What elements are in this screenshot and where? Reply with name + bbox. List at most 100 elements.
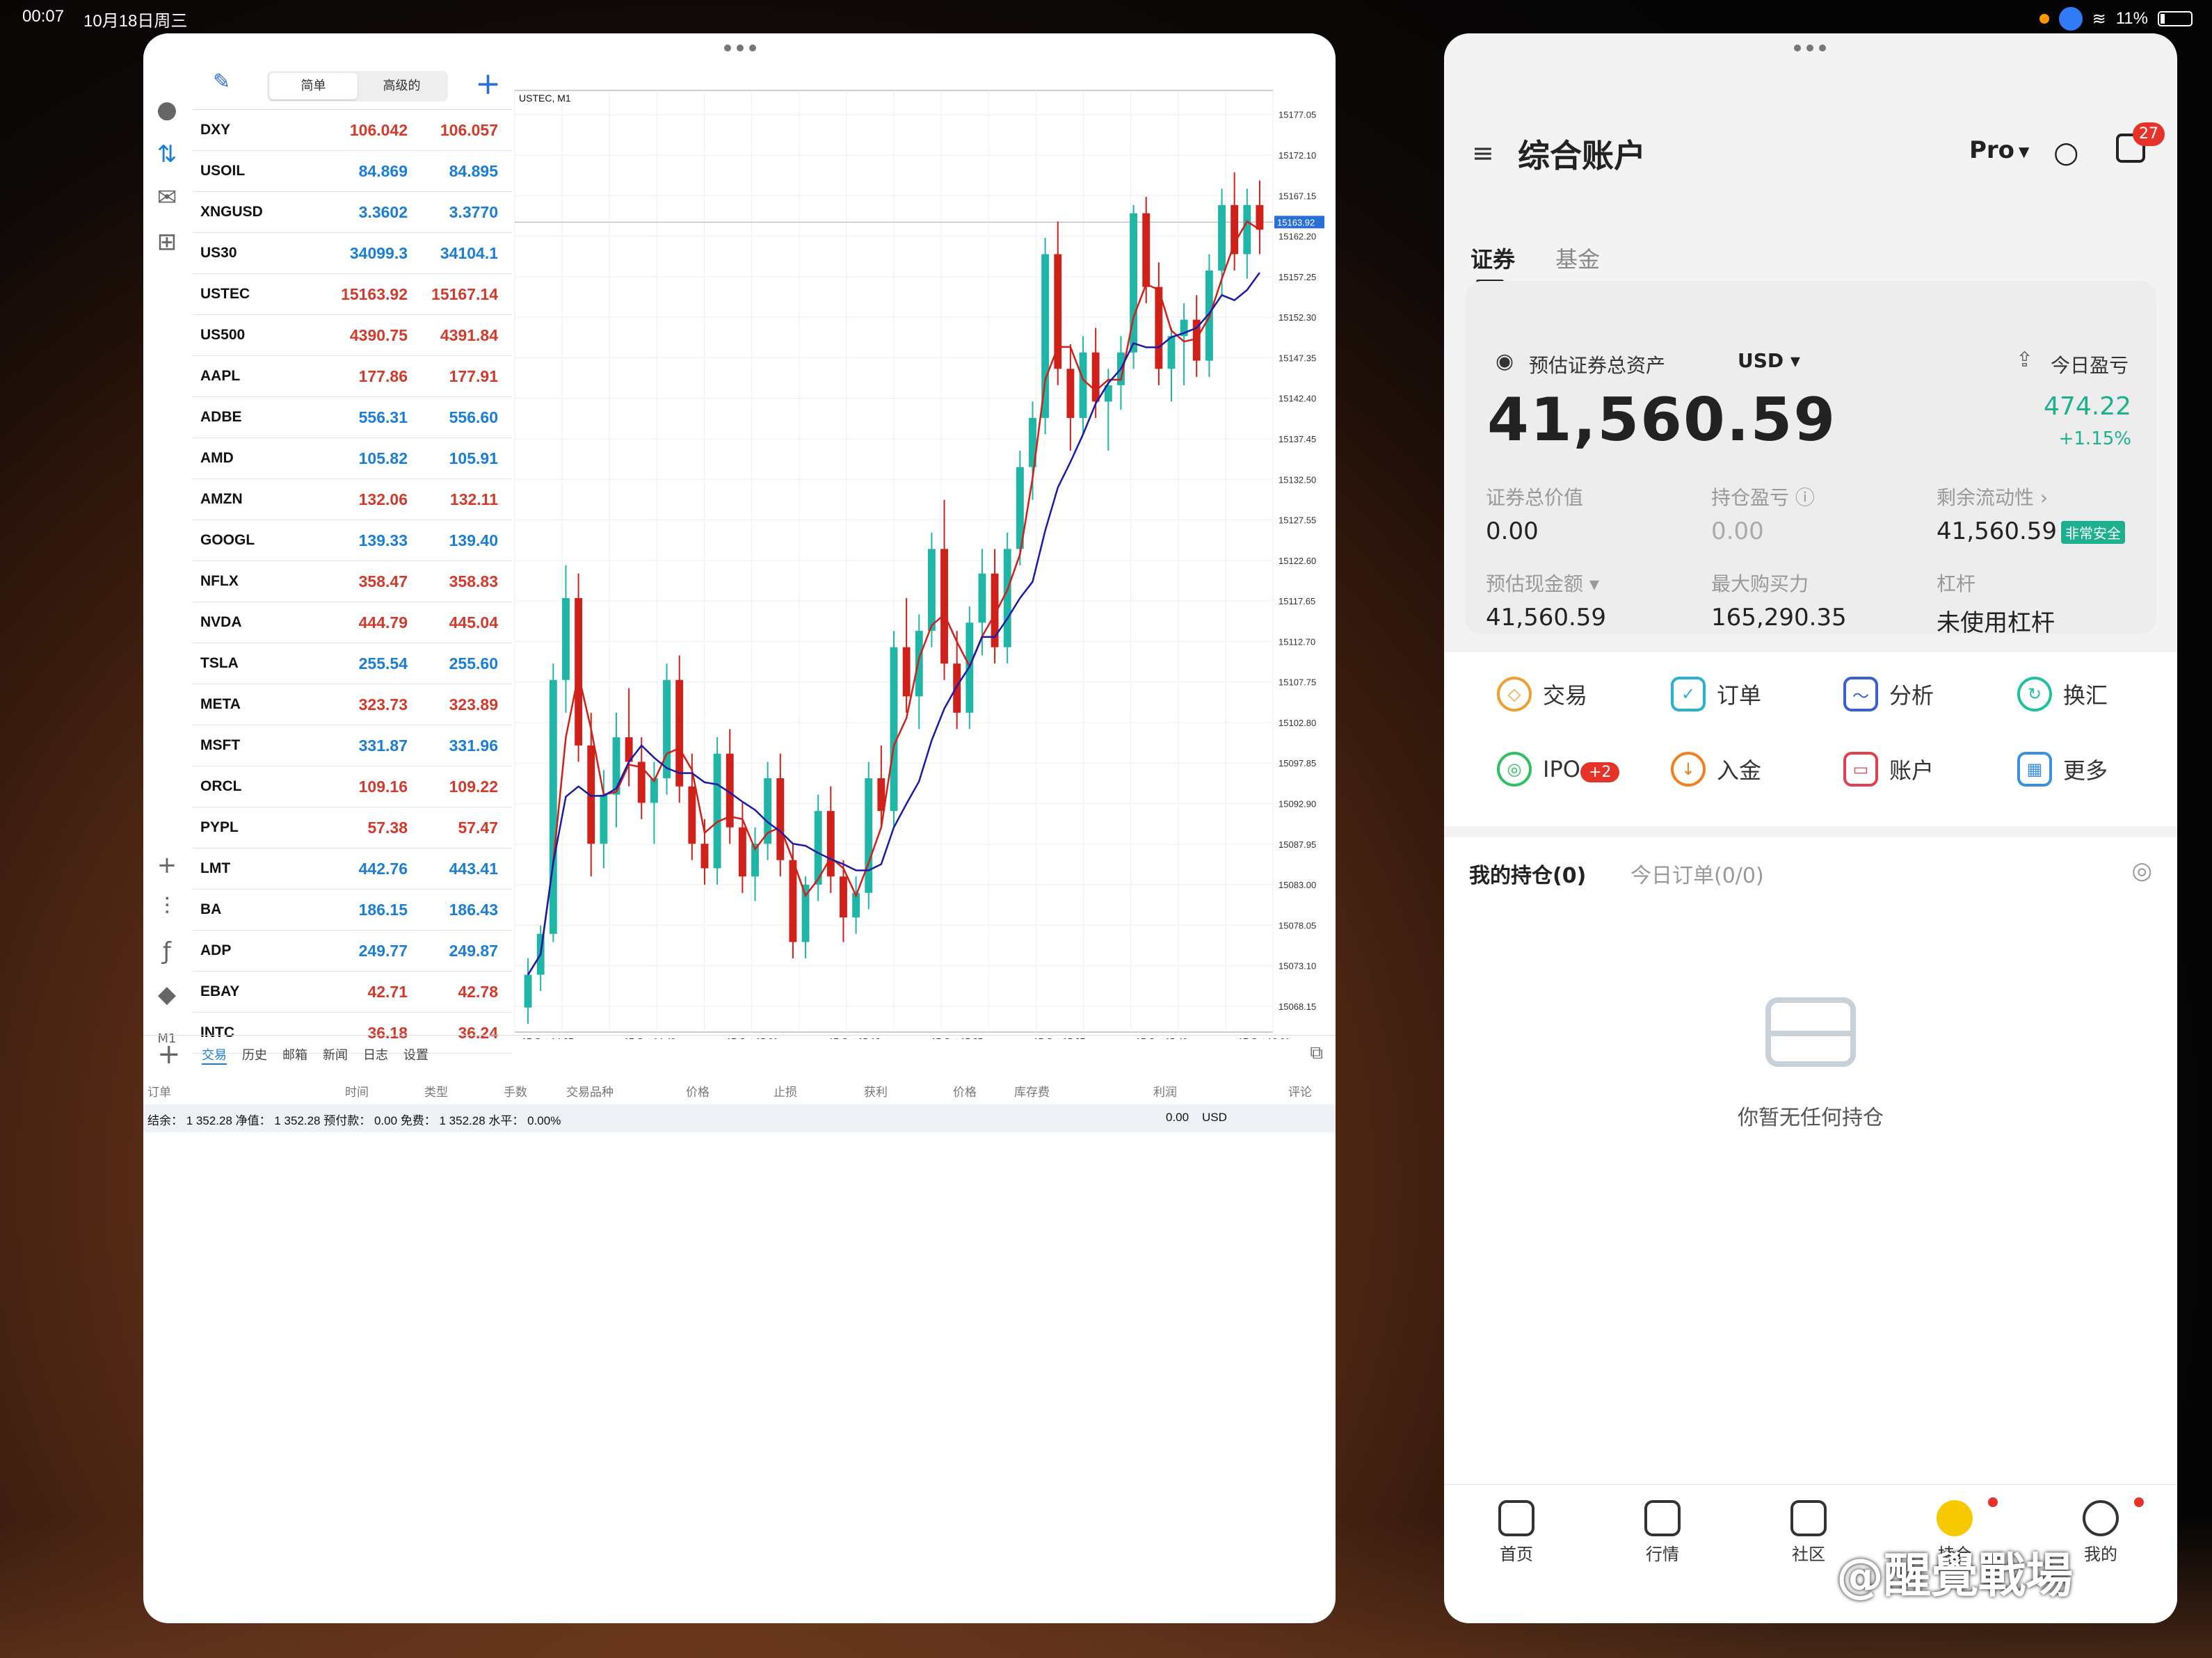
symbol: USOIL: [200, 163, 246, 179]
action-trade[interactable]: ◇ 交易: [1497, 666, 1664, 722]
chart-type-icon[interactable]: ⫶: [153, 893, 181, 921]
eye-icon[interactable]: ◉: [1496, 349, 1514, 373]
metric-label[interactable]: 预估现金额 ▾: [1486, 569, 1599, 597]
watchlist-row[interactable]: MSFT 331.87 331.96: [192, 725, 512, 766]
metric-label[interactable]: 剩余流动性 ›: [1937, 483, 2048, 510]
ask-price: 57.47: [458, 818, 498, 837]
price-tick-label: 15097.85: [1279, 758, 1316, 768]
tab-my-positions[interactable]: 我的持仓(0): [1469, 858, 1586, 889]
watchlist-row[interactable]: ADBE 556.31 556.60: [192, 397, 512, 438]
watchlist-row[interactable]: PYPL 57.38 57.47: [192, 807, 512, 848]
bid-price: 106.042: [349, 120, 408, 139]
market-watch-list: DXY 106.042 106.057 USOIL 84.869 84.895 XNGUSD…: [192, 110, 512, 1063]
trade-arrows-icon[interactable]: ⇅: [153, 140, 181, 168]
edit-icon[interactable]: ✎: [213, 70, 230, 94]
terminal-layout-icon[interactable]: ⧉: [1310, 1043, 1323, 1064]
watchlist-row[interactable]: BA 186.15 186.43: [192, 890, 512, 931]
metric-label: 证券总价值: [1486, 486, 1584, 509]
trade-icon: ◇: [1497, 677, 1532, 711]
add-symbol-button[interactable]: +: [475, 67, 501, 102]
action-orders[interactable]: ✓ 订单: [1671, 666, 1838, 722]
terminal-tab[interactable]: 新闻: [323, 1045, 348, 1065]
terminal-tab[interactable]: 历史: [242, 1045, 267, 1065]
watchlist-row[interactable]: EBAY 42.71 42.78: [192, 972, 512, 1013]
action-exchange[interactable]: ↻ 换汇: [2017, 666, 2177, 722]
asset-summary-card: ◉ 预估证券总资产 USD ▾ ⇪ 今日盈亏 41,560.59 474.22 …: [1465, 281, 2156, 637]
column-header: 库存费: [1014, 1086, 1050, 1100]
segment-simple[interactable]: 简单: [269, 73, 358, 99]
watchlist-row[interactable]: META 323.73 323.89: [192, 684, 512, 725]
action-more[interactable]: ▦ 更多: [2017, 741, 2177, 797]
new-order-icon[interactable]: ⊞: [153, 228, 181, 256]
action-analysis[interactable]: 〜分析: [1843, 666, 2010, 722]
crosshair-icon[interactable]: +: [153, 851, 181, 879]
watchlist-row[interactable]: AMD 105.82 105.91: [192, 438, 512, 479]
wallet-icon: ▭: [1843, 752, 1878, 787]
watchlist-row[interactable]: ADP 249.77 249.87: [192, 931, 512, 972]
watchlist-row[interactable]: ORCL 109.16 109.22: [192, 766, 512, 807]
search-icon[interactable]: ○: [2053, 135, 2079, 169]
chevron-down-icon: ▾: [1589, 572, 1599, 595]
watchlist-row[interactable]: XNGUSD 3.3602 3.3770: [192, 192, 512, 233]
watchlist-row[interactable]: US30 34099.3 34104.1: [192, 233, 512, 274]
watchlist-row[interactable]: AMZN 132.06 132.11: [192, 479, 512, 520]
today-pl-label: 今日盈亏: [2051, 354, 2129, 377]
terminal-tab[interactable]: 日志: [363, 1045, 388, 1065]
price-tick-label: 15162.20: [1279, 232, 1316, 242]
watchlist-row[interactable]: USOIL 84.869 84.895: [192, 151, 512, 192]
watchlist-row[interactable]: US500 4390.75 4391.84: [192, 315, 512, 356]
bid-price: 556.31: [358, 408, 408, 426]
symbol: BA: [200, 901, 222, 917]
action-account[interactable]: ▭ 账户: [1843, 741, 2010, 797]
segment-advanced[interactable]: 高级的: [358, 73, 446, 99]
action-label: 分析: [1889, 682, 1934, 709]
action-label: 更多: [2063, 757, 2108, 784]
watchlist-row[interactable]: LMT 442.76 443.41: [192, 848, 512, 890]
ipo-icon: ◎: [1497, 752, 1532, 787]
price-chart[interactable]: 15177.05 15172.10 15167.15 15162.20 15157.25…: [512, 58, 1336, 1067]
price-tick-label: 15087.95: [1279, 839, 1316, 850]
watchlist-row[interactable]: NVDA 444.79 445.04: [192, 602, 512, 643]
candle-body: [1256, 204, 1264, 230]
indicators-icon[interactable]: ƒ: [153, 937, 181, 965]
nav-label: 社区: [1792, 1545, 1825, 1564]
tab-securities[interactable]: 证券: [1470, 242, 1515, 274]
watchlist-row[interactable]: DXY 106.042 106.057: [192, 110, 512, 151]
currency-selector[interactable]: USD ▾: [1738, 349, 1800, 372]
settings-icon[interactable]: ◎: [2131, 857, 2152, 885]
nav-home[interactable]: 首页: [1475, 1500, 1558, 1565]
status-badge: 非常安全: [2061, 521, 2126, 544]
info-icon[interactable]: ⓘ: [1795, 486, 1815, 509]
window-grabber[interactable]: [719, 45, 761, 54]
terminal-tab[interactable]: 邮箱: [282, 1045, 307, 1065]
terminal-tab-bar: + 交易 历史 邮箱 新闻 日志 设置 ⧉: [143, 1035, 1336, 1077]
chart-canvas[interactable]: 15177.05 15172.10 15167.15 15162.20 15157.25…: [512, 58, 1336, 1039]
objects-icon[interactable]: ◆: [153, 981, 181, 1008]
watchlist-row[interactable]: TSLA 255.54 255.60: [192, 643, 512, 684]
bid-price: 42.71: [367, 982, 408, 1001]
menu-icon[interactable]: ≡: [1472, 138, 1494, 168]
chat-icon[interactable]: ✉: [153, 184, 181, 211]
terminal-tab[interactable]: 交易: [202, 1045, 227, 1065]
metric-value: 未使用杠杆: [1937, 609, 2055, 637]
share-icon[interactable]: ⇪: [2016, 348, 2033, 372]
status-date: 10月18日周三: [83, 12, 188, 31]
deposit-icon: ↓: [1671, 752, 1706, 787]
symbol: US30: [200, 245, 237, 261]
watchlist-row[interactable]: USTEC 15163.92 15167.14: [192, 274, 512, 315]
terminal-add-icon[interactable]: +: [157, 1038, 181, 1070]
watchlist-row[interactable]: NFLX 358.47 358.83: [192, 561, 512, 602]
account-icon[interactable]: ●: [153, 96, 181, 124]
watchlist-row[interactable]: GOOGL 139.33 139.40: [192, 520, 512, 561]
column-header: 评论: [1288, 1086, 1312, 1100]
action-deposit[interactable]: ↓ 入金: [1671, 741, 1838, 797]
terminal-tab[interactable]: 设置: [403, 1045, 428, 1065]
tab-funds[interactable]: 基金: [1555, 242, 1600, 274]
pro-mode-selector[interactable]: Pro ▼: [1969, 136, 2029, 164]
tab-today-orders[interactable]: 今日订单(0/0): [1630, 858, 1764, 889]
watchlist-row[interactable]: AAPL 177.86 177.91: [192, 356, 512, 397]
symbol: AMZN: [200, 491, 243, 507]
action-label: 账户: [1889, 757, 1934, 784]
nav-market[interactable]: 行情: [1621, 1500, 1704, 1565]
candle-body: [713, 753, 721, 869]
